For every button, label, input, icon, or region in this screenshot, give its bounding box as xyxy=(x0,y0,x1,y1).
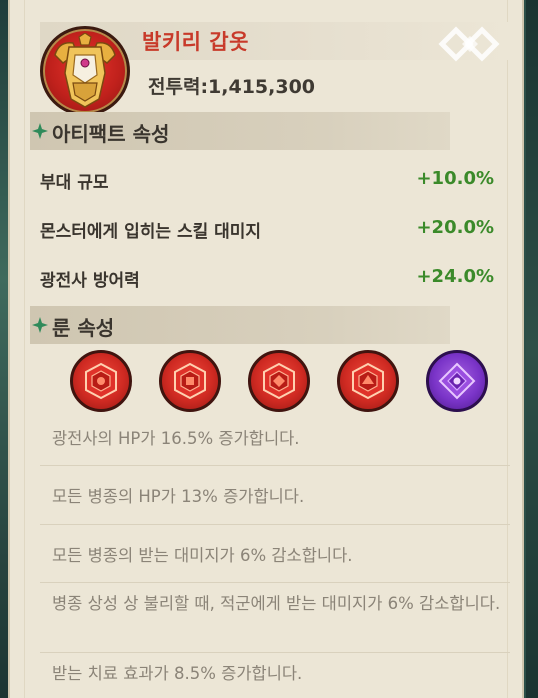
rune-effect-text: 병종 상성 상 불리할 때, 적군에게 받는 대미지가 6% 감소합니다. xyxy=(52,594,501,613)
section-title: 아티팩트 속성 xyxy=(52,122,170,146)
attribute-name: 몬스터에게 입히는 스킬 대미지 xyxy=(40,222,262,242)
divider xyxy=(40,652,510,653)
artifact-attributes-header: 아티팩트 속성 xyxy=(30,112,450,150)
green-diamond-icon xyxy=(32,317,48,333)
diamond-ornament-icon xyxy=(438,26,500,62)
attribute-name: 광전사 방어력 xyxy=(40,271,140,291)
panel-border-line xyxy=(507,0,508,698)
divider xyxy=(40,524,510,525)
attribute-row: 광전사 방어력 +24.0% xyxy=(40,264,496,294)
attribute-value: +20.0% xyxy=(416,217,494,238)
attribute-value: +24.0% xyxy=(416,266,494,287)
armor-icon xyxy=(40,26,130,116)
combat-power: 전투력:1,415,300 xyxy=(148,76,316,98)
item-name: 발키리 갑옷 xyxy=(142,30,249,54)
attribute-name: 부대 규모 xyxy=(40,173,109,193)
red-rune-gem-icon[interactable] xyxy=(248,350,310,412)
rune-attributes-header: 룬 속성 xyxy=(30,306,450,344)
red-rune-gem-icon[interactable] xyxy=(337,350,399,412)
rune-effect-text: 모든 병종의 HP가 13% 증가합니다. xyxy=(52,487,305,506)
divider xyxy=(40,465,510,466)
red-rune-gem-icon[interactable] xyxy=(70,350,132,412)
rune-effect-text: 광전사의 HP가 16.5% 증가합니다. xyxy=(52,429,300,448)
green-diamond-icon xyxy=(32,123,48,139)
attribute-row: 부대 규모 +10.0% xyxy=(40,166,496,196)
red-rune-gem-icon[interactable] xyxy=(159,350,221,412)
attribute-value: +10.0% xyxy=(416,168,494,189)
divider xyxy=(40,582,510,583)
right-background-edge xyxy=(526,0,538,698)
attribute-row: 몬스터에게 입히는 스킬 대미지 +20.0% xyxy=(40,215,496,245)
panel-border-line xyxy=(24,0,25,698)
rune-effect-text: 모든 병종의 받는 대미지가 6% 감소합니다. xyxy=(52,546,353,565)
section-title: 룬 속성 xyxy=(52,316,115,340)
purple-rune-gem-icon[interactable] xyxy=(426,350,488,412)
rune-effect-text: 받는 치료 효과가 8.5% 증가합니다. xyxy=(52,664,303,683)
